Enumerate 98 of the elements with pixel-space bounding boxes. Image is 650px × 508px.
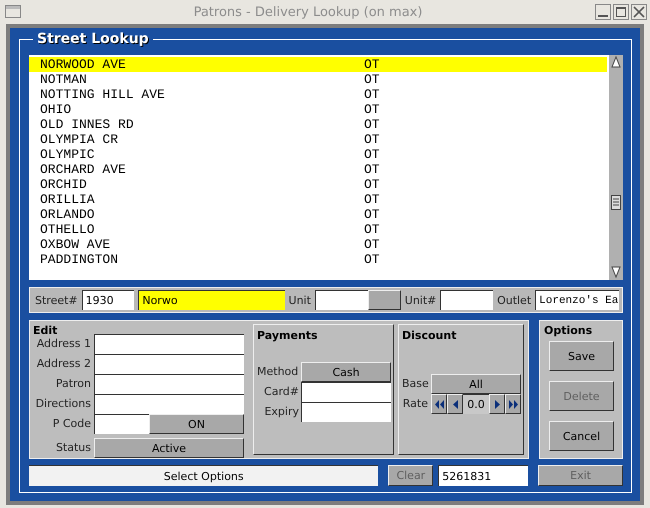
street-row[interactable]: NOTTING HILL AVE OT: [29, 87, 607, 102]
first-button[interactable]: [431, 394, 447, 414]
left-arrow-icon: [452, 400, 458, 408]
street-row[interactable]: NORWOOD AVE OT: [29, 57, 607, 72]
panel-title: Payments: [257, 329, 319, 342]
field-label: Outlet: [497, 294, 532, 306]
field-label: Address 2: [36, 356, 91, 372]
base-button[interactable]: All: [431, 374, 521, 394]
unit-field[interactable]: [314, 290, 368, 310]
area-code: OT: [364, 207, 380, 222]
area-code: OT: [364, 102, 380, 117]
area-code: OT: [364, 117, 380, 132]
area-code: OT: [364, 147, 380, 162]
minimize-icon[interactable]: [595, 4, 611, 20]
text-field[interactable]: [94, 354, 244, 374]
expiry-field[interactable]: [301, 402, 391, 422]
close-icon[interactable]: [631, 4, 647, 20]
window-menu-icon[interactable]: [5, 5, 21, 19]
street-name: NORWOOD AVE: [40, 57, 127, 72]
street-row[interactable]: PADDINGTON OT: [29, 252, 607, 267]
field-label: Expiry: [263, 404, 299, 420]
street-name: NOTMAN: [40, 72, 88, 87]
right-arrow-icon: [494, 400, 500, 408]
text-field[interactable]: [94, 334, 244, 354]
unit-button[interactable]: [368, 290, 401, 310]
field-label: Rate: [402, 396, 428, 412]
street-name: ORCHID: [40, 177, 88, 192]
field-label: Method: [257, 364, 299, 380]
street-name: ORLANDO: [40, 207, 96, 222]
street-name: OHIO: [40, 102, 72, 117]
maximize-icon[interactable]: [613, 4, 629, 20]
scrollbar[interactable]: [609, 55, 623, 280]
street-name: ORCHARD AVE: [40, 162, 127, 177]
street-number-field[interactable]: 1930: [82, 290, 134, 310]
area-code: OT: [364, 252, 380, 267]
street-row[interactable]: OTHELLO OT: [29, 222, 607, 237]
field-label: Unit#: [404, 294, 436, 306]
area-code: OT: [364, 222, 380, 237]
street-row[interactable]: ORILLIA OT: [29, 192, 607, 207]
street-name: PADDINGTON: [40, 252, 120, 267]
next-button[interactable]: [489, 394, 505, 414]
previous-button[interactable]: [447, 394, 463, 414]
street-name: OXBOW AVE: [40, 237, 112, 252]
panel-title: Discount: [402, 329, 458, 342]
outlet-field[interactable]: Lorenzo's Ea: [535, 290, 619, 310]
last-button[interactable]: [505, 394, 521, 414]
unit-number-field[interactable]: [440, 290, 494, 310]
rate-value: 0.0: [463, 394, 489, 414]
field-label: Unit: [288, 294, 311, 306]
card-field[interactable]: [301, 382, 391, 402]
street-row[interactable]: ORCHID OT: [29, 177, 607, 192]
street-name-field[interactable]: Norwo: [138, 290, 285, 310]
text-field[interactable]: [94, 394, 244, 414]
group-title: Street Lookup: [36, 31, 150, 47]
area-code: OT: [364, 72, 380, 87]
double-right-arrow-icon: [508, 400, 518, 408]
street-row[interactable]: OHIO OT: [29, 102, 607, 117]
area-code: OT: [364, 87, 380, 102]
status-message: Select Options: [29, 465, 378, 486]
double-left-arrow-icon: [434, 400, 444, 408]
postal-code-field[interactable]: [94, 414, 149, 434]
street-row[interactable]: OLYMPIA CR OT: [29, 132, 607, 147]
panel-title: Options: [544, 324, 594, 337]
area-code: OT: [364, 177, 380, 192]
panel-title: Edit: [33, 324, 58, 337]
field-label: Status: [54, 440, 91, 456]
window-title: Patrons - Delivery Lookup (on max): [192, 4, 424, 20]
field-label: Card#: [263, 384, 299, 400]
street-name: ORILLIA: [40, 192, 96, 207]
option-button[interactable]: Cancel: [549, 421, 614, 451]
field-label: P Code: [52, 416, 91, 432]
status-button[interactable]: Active: [94, 438, 244, 458]
option-button[interactable]: Save: [549, 341, 614, 371]
area-code: OT: [364, 57, 380, 72]
street-name: OLD INNES RD: [40, 117, 135, 132]
area-code: OT: [364, 192, 380, 207]
street-name: OLYMPIA CR: [40, 132, 120, 147]
field-label: Directions: [34, 396, 91, 412]
area-code: OT: [364, 162, 380, 177]
number-field[interactable]: 5261831: [438, 465, 528, 486]
text-field[interactable]: [94, 374, 244, 394]
street-row[interactable]: OLYMPIC OT: [29, 147, 607, 162]
area-code: OT: [364, 132, 380, 147]
street-row[interactable]: OXBOW AVE OT: [29, 237, 607, 252]
field-label: Base: [402, 376, 428, 392]
field-label: Address 1: [36, 336, 91, 352]
area-code: OT: [364, 237, 380, 252]
field-label: Patron: [54, 376, 91, 392]
street-row[interactable]: NOTMAN OT: [29, 72, 607, 87]
method-button[interactable]: Cash: [301, 362, 391, 382]
street-name: NOTTING HILL AVE: [40, 87, 166, 102]
street-name: OLYMPIC: [40, 147, 96, 162]
street-name: OTHELLO: [40, 222, 96, 237]
toggle-button[interactable]: ON: [149, 414, 244, 434]
street-row[interactable]: OLD INNES RD OT: [29, 117, 607, 132]
street-row[interactable]: ORLANDO OT: [29, 207, 607, 222]
street-row[interactable]: ORCHARD AVE OT: [29, 162, 607, 177]
field-label: Street#: [35, 294, 78, 306]
